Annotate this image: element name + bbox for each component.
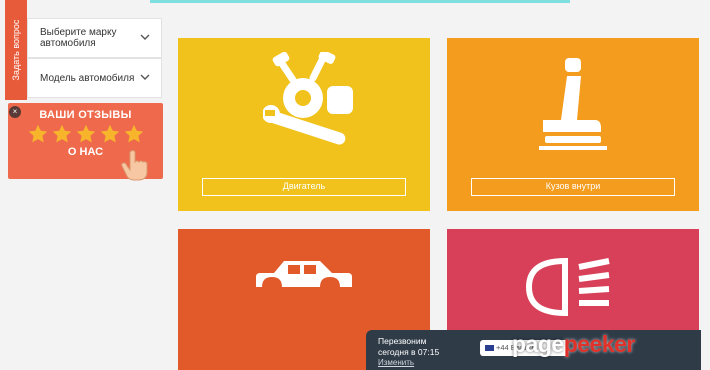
car-seat-icon [539, 58, 607, 150]
star-icon [124, 124, 143, 143]
headlight-icon [525, 257, 610, 317]
engine-wrench-icon [263, 52, 353, 145]
car-body-icon [256, 261, 352, 287]
chevron-down-icon [140, 74, 150, 80]
tile-engine-button[interactable]: Двигатель [202, 178, 406, 196]
star-icon [28, 124, 47, 143]
page: Задать вопрос Выберите марку автомобиля … [0, 0, 710, 370]
flag-icon [485, 345, 494, 352]
tile-interior-button[interactable]: Кузов внутри [471, 178, 675, 196]
star-icon [100, 124, 119, 143]
pointing-hand-icon [121, 150, 148, 181]
top-accent-bar [150, 0, 570, 3]
rating-stars [8, 123, 163, 145]
reviews-title: ВАШИ ОТЗЫВЫ [39, 109, 132, 121]
star-icon [76, 124, 95, 143]
change-time-link[interactable]: Изменить [378, 358, 414, 367]
pagepeeker-watermark: pagepeeker [512, 331, 635, 357]
brand-select[interactable]: Выберите марку автомобиля [27, 18, 162, 58]
ask-question-label: Задать вопрос [11, 19, 21, 81]
model-select[interactable]: Модель автомобиля [27, 58, 162, 98]
callback-text: Перезвоним сегодня в 07:15 [378, 336, 440, 357]
category-tile-interior[interactable]: Кузов внутри [447, 38, 699, 211]
chevron-down-icon [140, 34, 150, 40]
brand-select-label: Выберите марку автомобиля [40, 27, 117, 49]
ask-question-tab[interactable]: Задать вопрос [5, 0, 27, 100]
close-icon[interactable]: × [9, 106, 21, 118]
category-tile-engine[interactable]: Двигатель [178, 38, 430, 211]
star-icon [52, 124, 71, 143]
model-select-label: Модель автомобиля [40, 72, 135, 84]
